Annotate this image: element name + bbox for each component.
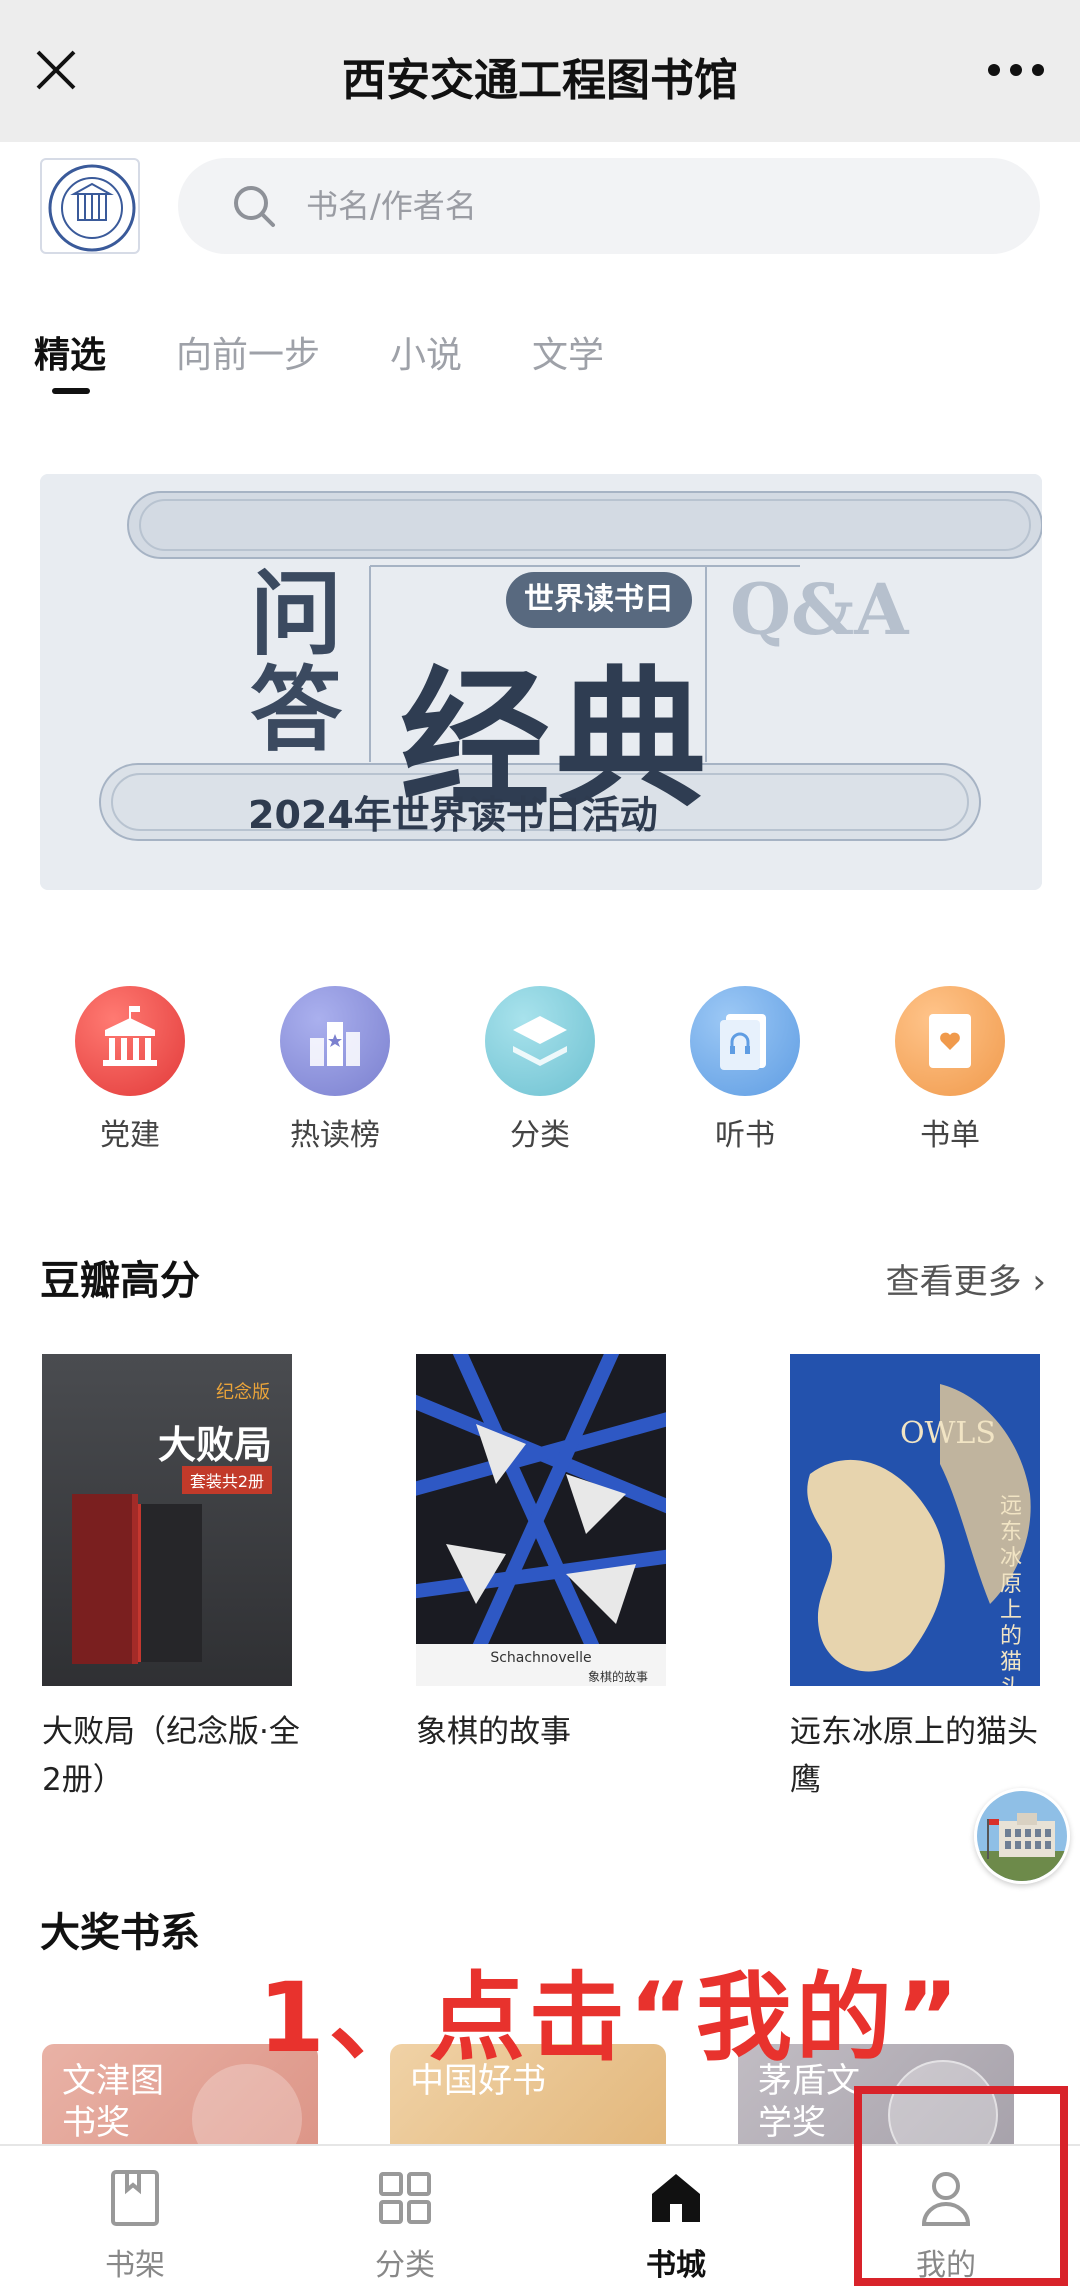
cover-title: Schachnovelle [490,1650,592,1666]
tab-novel[interactable]: 小说 [390,326,462,396]
search-icon [234,186,275,227]
more-dots-icon[interactable] [986,60,1046,80]
search-bar[interactable] [178,158,1040,254]
bookshelf-icon [111,2170,159,2226]
cover-subtitle: 远东冰原上的猫头鹰 [1000,1494,1023,1686]
see-more-link[interactable]: 查看更多 › [886,1254,1046,1303]
tab-literature[interactable]: 文学 [532,326,604,396]
book-spine-graphic [138,1504,202,1662]
section-title-douban: 豆瓣高分 [40,1258,200,1304]
chess-pattern-graphic [416,1354,666,1657]
chevron-right-icon: › [1032,1262,1046,1302]
layers-icon [485,986,595,1096]
tab-step-forward[interactable]: 向前一步 [176,326,320,396]
cover-title: 大败局 [157,1423,272,1467]
tutorial-highlight-box [854,2086,1068,2286]
award-label: 文津图书奖 [62,2061,164,2143]
cover-title: OWLS [900,1416,996,1451]
nav-label: 分类 [375,2248,435,2283]
book-cover: 大败局 纪念版 套装共2册 [42,1354,292,1686]
search-input[interactable] [306,176,986,236]
see-more-label: 查看更多 [885,1262,1022,1302]
home-icon [652,2174,700,2222]
quick-link-label: 书单 [920,1118,980,1153]
book-title: 大败局（纪念版·全2册） [42,1714,300,1798]
category-tabs: 精选 向前一步 小说 文学 [34,326,674,396]
cover-note: 纪念版 [216,1382,270,1403]
section-title-awards: 大奖书系 [40,1910,200,1956]
quick-link-label: 听书 [715,1118,775,1153]
nav-bookshelf[interactable]: 书架 [55,2146,215,2286]
nav-bookstore[interactable]: 书城 [596,2146,756,2286]
page-title: 西安交通工程图书馆 [342,55,738,106]
grid-icon [379,2172,431,2224]
book-cover: Schachnovelle 象棋的故事 [416,1354,666,1686]
banner-subtitle: 2024年世界读书日活动 [248,793,658,837]
quick-links: 党建 热读榜 分类 听书 书单 [0,986,1080,1156]
floating-avatar[interactable] [974,1788,1070,1884]
quick-link-label: 分类 [510,1118,570,1153]
quick-link-label: 党建 [100,1118,160,1153]
quick-link-booklist[interactable]: 书单 [875,986,1025,1154]
banner-left-text: 问答 [250,560,343,764]
campus-photo-icon [977,1791,1067,1881]
heart-list-icon [895,986,1005,1096]
quick-link-party[interactable]: 党建 [55,986,205,1154]
quick-link-label: 热读榜 [290,1118,380,1153]
seal-logo-icon [48,164,136,252]
cover-tag: 套装共2册 [181,1466,272,1494]
book-spine-graphic [72,1494,132,1664]
banner-side-text: Q&A [730,574,909,646]
book-title: 象棋的故事 [416,1714,571,1750]
ranking-icon [280,986,390,1096]
tutorial-annotation: 1、点击“我的” [258,1962,963,2074]
cover-subtitle: 象棋的故事 [587,1670,648,1684]
quick-link-audiobook[interactable]: 听书 [670,986,820,1154]
tab-featured[interactable]: 精选 [34,326,106,396]
building-icon [75,986,185,1096]
quick-link-ranking[interactable]: 热读榜 [260,986,410,1154]
book-cover: OWLS 远东冰原上的猫头鹰 [790,1354,1040,1686]
book-card[interactable]: 大败局 纪念版 套装共2册 大败局（纪念版·全2册） [42,1354,300,1804]
nav-label: 书架 [105,2248,165,2283]
library-logo [40,158,140,254]
headphone-book-icon [690,986,800,1096]
book-card[interactable]: Schachnovelle 象棋的故事 象棋的故事 [416,1354,666,1756]
quick-link-category[interactable]: 分类 [465,986,615,1154]
title-bar: 西安交通工程图书馆 [0,0,1080,142]
book-card[interactable]: OWLS 远东冰原上的猫头鹰 远东冰原上的猫头鹰 [790,1354,1040,1804]
promo-banner[interactable]: 问答 世界读书日 经典 Q&A 2024年世界读书日活动 [40,474,1042,890]
nav-category[interactable]: 分类 [325,2146,485,2286]
nav-label: 书城 [646,2248,706,2283]
